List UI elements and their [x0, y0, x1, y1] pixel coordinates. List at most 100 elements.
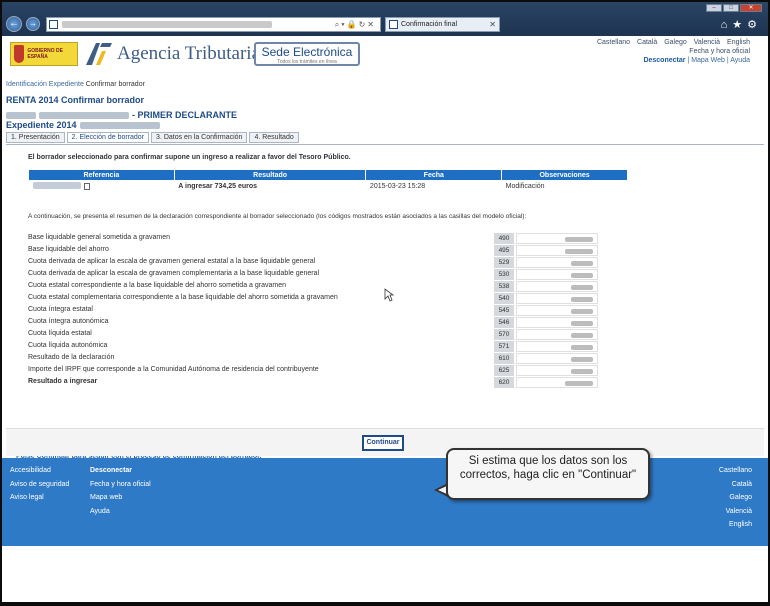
casilla-value [516, 341, 598, 352]
tab-presentacion[interactable]: 1. Presentación [6, 132, 65, 143]
lang-catala[interactable]: Català [637, 39, 657, 46]
footer-col-2: Desconectar Fecha y hora oficial Mapa we… [90, 464, 151, 518]
footer-lang-catala[interactable]: Català [719, 478, 752, 492]
redacted-name [39, 111, 129, 119]
lang-galego[interactable]: Galego [664, 39, 687, 46]
casilla-code: 545 [494, 305, 514, 316]
footer-aviso-legal-link[interactable]: Aviso legal [10, 491, 69, 505]
redacted-amount [571, 273, 593, 278]
breadcrumb-current: Confirmar borrador [85, 81, 145, 88]
crest-text: GOBIERNO DE ESPAÑA [27, 48, 63, 60]
ayuda-link[interactable]: Ayuda [730, 57, 750, 64]
intro-text: El borrador seleccionado para confirmar … [28, 154, 351, 161]
continuar-button[interactable]: Continuar [362, 435, 404, 451]
footer-desconectar-link[interactable]: Desconectar [90, 464, 151, 478]
casilla-code: 530 [494, 269, 514, 280]
summary-lines: Base liquidable general sometida a grava… [28, 233, 598, 389]
footer-lang-valencia[interactable]: Valencià [719, 505, 752, 519]
summary-line-label: Cuota estatal complementaria correspondi… [28, 294, 338, 301]
footer-accesibilidad-link[interactable]: Accesibilidad [10, 464, 69, 478]
summary-line: Cuota derivada de aplicar la escala de g… [28, 257, 598, 269]
redacted-amount [571, 285, 593, 290]
casilla-code: 495 [494, 245, 514, 256]
lang-castellano[interactable]: Castellano [597, 39, 630, 46]
gobierno-logo[interactable]: GOBIERNO DE ESPAÑA [10, 42, 78, 66]
cell-referencia[interactable] [29, 181, 175, 192]
minimize-icon[interactable]: – [706, 4, 722, 12]
desconectar-link[interactable]: Desconectar [643, 57, 685, 64]
breadcrumb-link[interactable]: Identificación Expediente [6, 81, 84, 88]
casilla-value [516, 257, 598, 268]
summary-line: Cuota estatal complementaria correspondi… [28, 293, 598, 305]
footer-lang-castellano[interactable]: Castellano [719, 464, 752, 478]
browser-home-favorites-settings-icon[interactable]: ⌂★⚙ [721, 18, 762, 31]
summary-line-label: Cuota derivada de aplicar la escala de g… [28, 258, 316, 265]
summary-line: Base liquidable general sometida a grava… [28, 233, 598, 245]
site-footer: Accesibilidad Aviso de seguridad Aviso l… [2, 458, 768, 546]
casilla-code: 546 [494, 317, 514, 328]
tab-resultado[interactable]: 4. Resultado [249, 132, 299, 143]
summary-line: Resultado a ingresar 620 [28, 377, 598, 389]
redacted-amount [565, 237, 593, 242]
sede-subtitle: Todos los trámites en línea [277, 59, 337, 65]
maximize-icon[interactable]: □ [723, 4, 739, 12]
back-arrow-icon[interactable]: ← [6, 16, 22, 32]
col-referencia: Referencia [28, 169, 175, 181]
redacted-amount [571, 297, 593, 302]
page-title: RENTA 2014 Confirmar borrador [6, 95, 145, 105]
lang-valencia[interactable]: Valencià [694, 39, 720, 46]
fecha-hora-link[interactable]: Fecha y hora oficial [689, 48, 750, 55]
summary-line: Importe del IRPF que corresponde a la Co… [28, 365, 598, 377]
footer-lang-english[interactable]: English [719, 518, 752, 532]
footer-mapa-web-link[interactable]: Mapa web [90, 491, 151, 505]
casilla-code: 620 [494, 377, 514, 388]
summary-line-label: Cuota íntegra autonómica [28, 318, 109, 325]
casilla-code: 490 [494, 233, 514, 244]
tab-eleccion-borrador[interactable]: 2. Elección de borrador [66, 132, 150, 143]
declarante-label: - PRIMER DECLARANTE [132, 110, 237, 120]
tab-title: Confirmación final [401, 21, 458, 28]
col-resultado: Resultado [173, 169, 367, 181]
footer-lang-galego[interactable]: Galego [719, 491, 752, 505]
tab-datos-confirmacion[interactable]: 3. Datos en la Confirmación [151, 132, 248, 143]
mapa-web-link[interactable]: Mapa Web [691, 57, 725, 64]
redacted-amount [571, 345, 593, 350]
summary-line: Resultado de la declaración 610 [28, 353, 598, 365]
crest-icon [14, 45, 25, 63]
table-row: A ingresar 734,25 euros 2015-03-23 15:28… [29, 181, 628, 192]
tab-close-icon[interactable]: ✕ [489, 20, 496, 29]
casilla-value [516, 245, 598, 256]
summary-line: Cuota derivada de aplicar la escala de g… [28, 269, 598, 281]
summary-line-label: Cuota líquida autonómica [28, 342, 108, 349]
pdf-icon[interactable] [83, 183, 90, 191]
sede-electronica-logo[interactable]: Sede Electrónica Todos los trámites en l… [254, 42, 360, 66]
summary-line-label: Resultado a ingresar [28, 378, 98, 385]
casilla-code: 571 [494, 341, 514, 352]
footer-fecha-link[interactable]: Fecha y hora oficial [90, 478, 151, 492]
expediente-label: Expediente 2014 [6, 120, 77, 130]
declarante-heading: - PRIMER DECLARANTE [6, 110, 237, 120]
cell-observaciones: Modificación [505, 182, 545, 190]
agency-name[interactable]: Agencia Tributaria [117, 43, 260, 65]
forward-arrow-icon[interactable]: → [26, 17, 40, 31]
close-window-icon[interactable]: ✕ [740, 4, 762, 12]
casilla-code: 538 [494, 281, 514, 292]
lang-english[interactable]: English [727, 39, 750, 46]
resumen-text: A continuación, se presenta el resumen d… [28, 213, 527, 220]
footer-aviso-seguridad-link[interactable]: Aviso de seguridad [10, 478, 69, 492]
casilla-value [516, 353, 598, 364]
address-bar[interactable]: ⌕▾🔒↻✕ [46, 17, 381, 32]
summary-line-label: Cuota estatal correspondiente a la base … [28, 282, 286, 289]
redacted-amount [571, 309, 593, 314]
redacted-amount [571, 333, 593, 338]
casilla-value [516, 293, 598, 304]
summary-line-label: Cuota derivada de aplicar la escala de g… [28, 270, 320, 277]
redacted-name [6, 111, 36, 119]
footer-ayuda-link[interactable]: Ayuda [90, 505, 151, 519]
casilla-value [516, 281, 598, 292]
casilla-value [516, 269, 598, 280]
site-header: GOBIERNO DE ESPAÑA Agencia Tributaria Se… [2, 36, 768, 74]
address-controls-icon[interactable]: ⌕▾🔒↻✕ [335, 20, 376, 30]
summary-line-label: Resultado de la declaración [28, 354, 115, 361]
browser-tab[interactable]: Confirmación final ✕ [385, 17, 500, 32]
